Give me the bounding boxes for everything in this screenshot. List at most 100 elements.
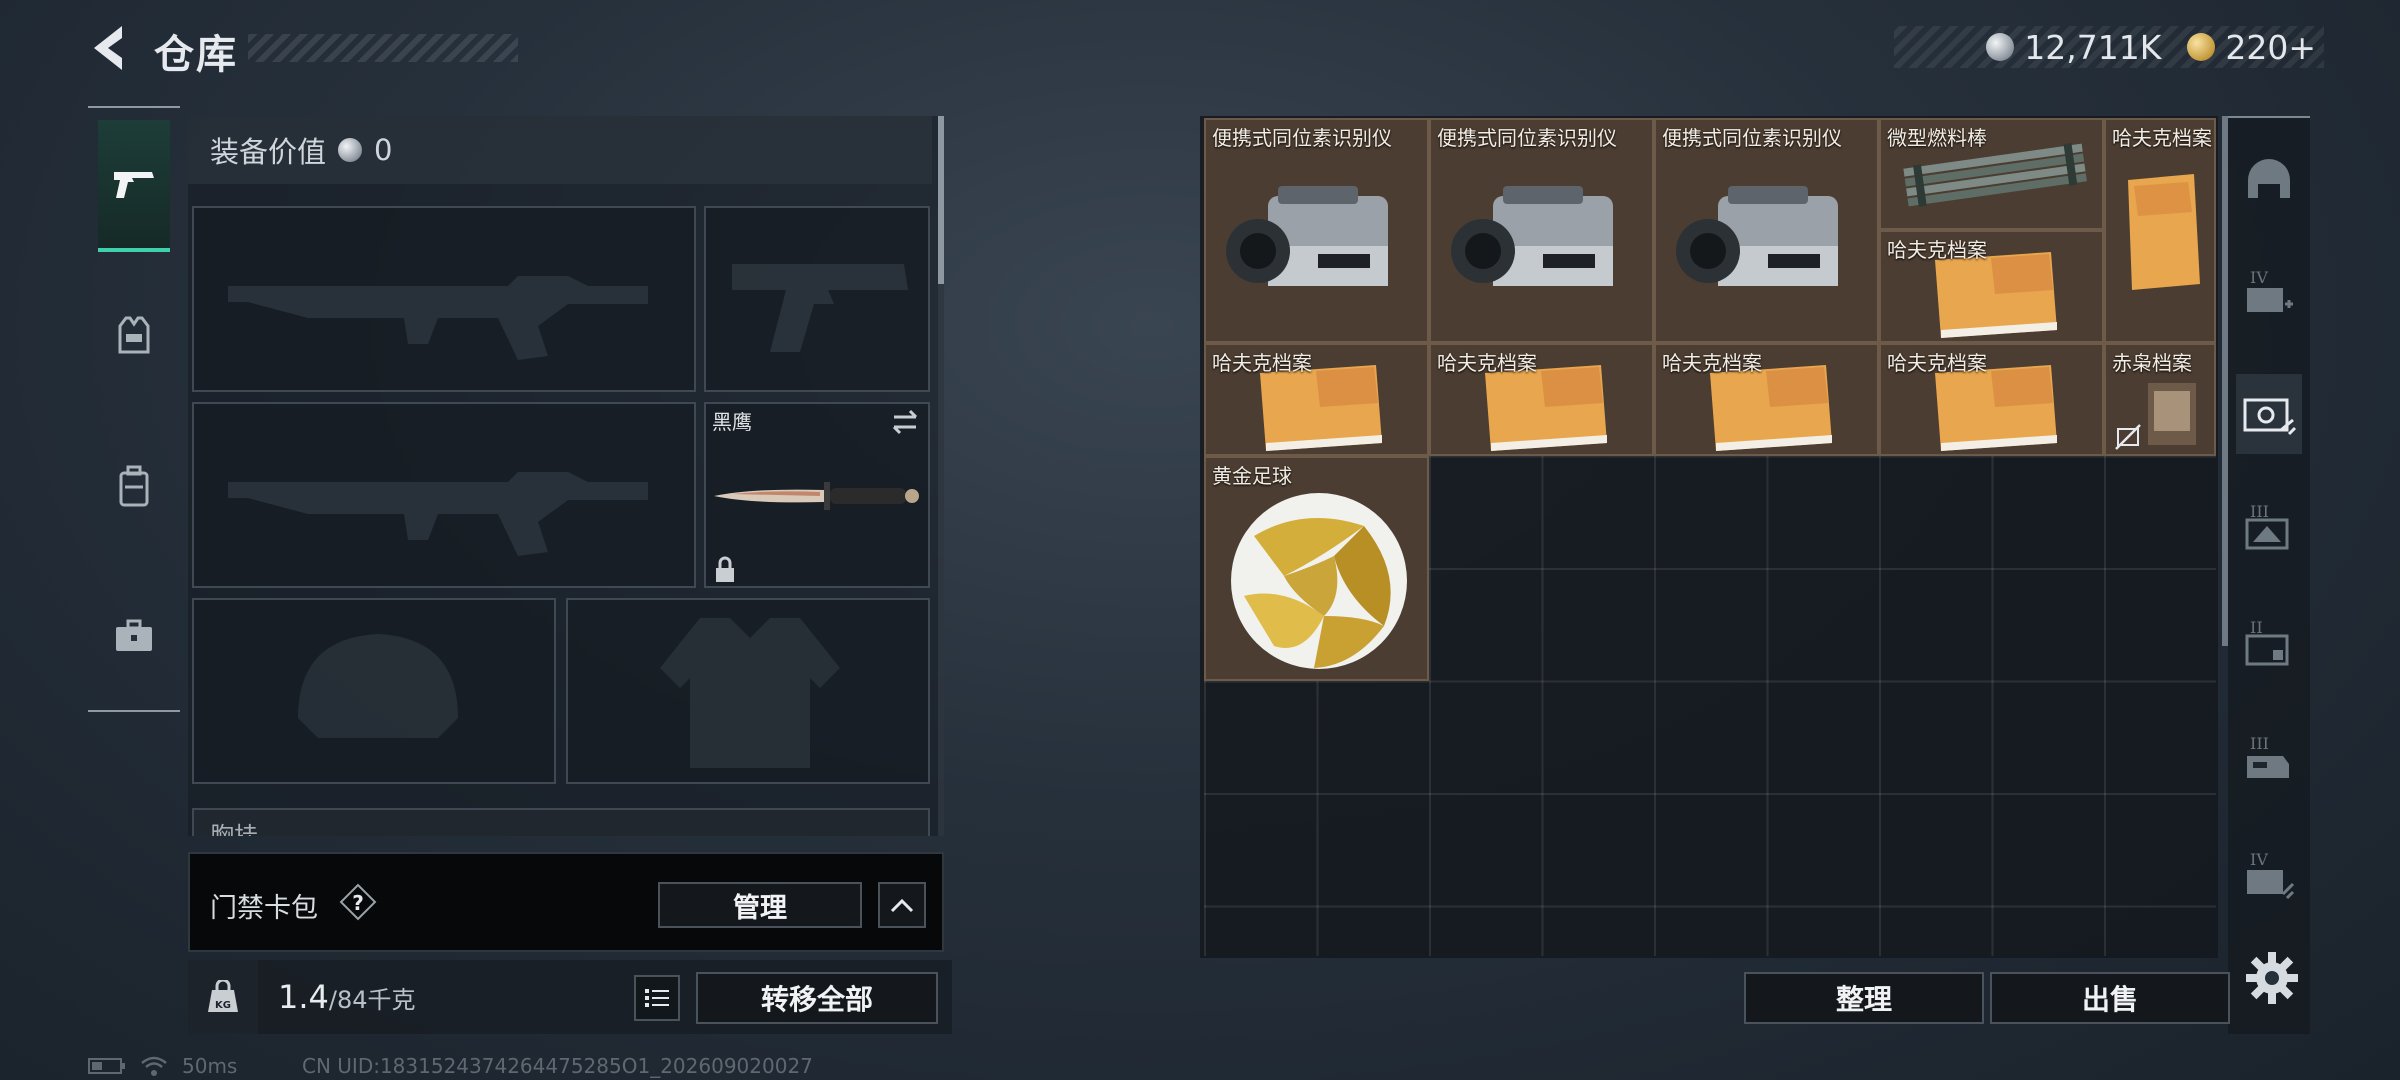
manage-button[interactable]: 管理 — [658, 882, 862, 928]
page-title: 仓库 — [154, 32, 238, 78]
item-name: 便携式同位素识别仪 — [1662, 126, 1842, 150]
filter-tab-weapon-case-tier4[interactable]: IV — [2236, 840, 2302, 920]
expand-button[interactable] — [878, 882, 926, 928]
category-tab-toolbox[interactable] — [98, 570, 170, 702]
equipment-scrollbar[interactable] — [938, 116, 944, 836]
helmet-silhouette-icon — [298, 634, 458, 738]
list-icon — [645, 989, 669, 1007]
melee-name: 黑鹰 — [712, 410, 752, 434]
item-name: 便携式同位素识别仪 — [1437, 126, 1617, 150]
pistol-silhouette-icon — [732, 264, 908, 352]
settings-button[interactable] — [2244, 950, 2300, 1006]
back-arrow-icon — [94, 26, 122, 70]
transfer-all-button[interactable]: 转移全部 — [696, 972, 938, 1024]
stash-item[interactable]: 哈夫克档案 — [1204, 343, 1429, 456]
equipment-panel: 装备价值 0 黑鹰 胸挂 — [188, 116, 944, 836]
item-name: 哈夫克档案 — [1887, 238, 1987, 262]
tier-label: IV — [2250, 850, 2268, 869]
category-tabs — [88, 106, 180, 712]
item-name: 哈夫克档案 — [1212, 351, 1312, 375]
vest-icon — [118, 316, 150, 354]
helmet-filter-icon — [2248, 159, 2290, 198]
help-button[interactable]: ? — [338, 882, 378, 922]
gold-coin-icon — [2187, 33, 2216, 61]
primary-weapon-slot[interactable] — [192, 206, 696, 392]
no-view-icon — [2115, 424, 2141, 450]
equipment-value-label: 装备价值 — [210, 135, 327, 169]
stash-item[interactable]: 赤枭档案 — [2104, 343, 2216, 456]
tier-label: II — [2250, 618, 2263, 637]
weight-current: 1.4 — [278, 978, 329, 1016]
category-tab-armor[interactable] — [98, 270, 170, 402]
weight-bar: KG 1.4/84千克 转移全部 — [188, 960, 952, 1034]
item-name: 哈夫克档案 — [2112, 126, 2212, 150]
tier-label: III — [2250, 502, 2269, 521]
dossier-icon — [1935, 252, 2057, 338]
melee-slot[interactable]: 黑鹰 — [704, 402, 930, 588]
category-tab-backpack[interactable] — [98, 420, 170, 552]
gold-currency-value: 220+ — [2225, 27, 2316, 67]
equipment-value-header: 装备价值 0 — [188, 116, 932, 184]
weight-icon-box: KG — [188, 960, 258, 1034]
isotope-scanner-icon — [1451, 186, 1613, 286]
filter-tab-weapon-case-add[interactable]: IV — [2236, 258, 2302, 338]
stash-item[interactable]: 便携式同位素识别仪 — [1429, 118, 1654, 343]
body-armor-slot[interactable] — [566, 598, 930, 784]
isotope-scanner-icon — [1676, 186, 1838, 286]
item-name: 黄金足球 — [1212, 464, 1292, 488]
chest-rig-slot-label: 胸挂 — [192, 808, 930, 836]
item-name: 赤枭档案 — [2112, 351, 2192, 375]
silver-coin-icon — [338, 138, 363, 162]
equipment-value: 0 — [374, 133, 393, 167]
filter-tab-weapon-case-tier2[interactable]: II — [2236, 608, 2302, 688]
helmet-slot[interactable] — [192, 598, 556, 784]
dossier-icon — [1485, 365, 1607, 451]
weight-capacity: /84千克 — [328, 986, 416, 1014]
dossier-icon — [1935, 365, 2057, 451]
help-glyph: ? — [352, 891, 364, 915]
chest-rig-label: 胸挂 — [210, 822, 258, 836]
weapon-case-swap-icon — [2243, 398, 2297, 436]
rifle-silhouette-icon — [228, 276, 648, 360]
back-button[interactable] — [86, 22, 132, 74]
secondary-weapon-slot[interactable] — [192, 402, 696, 588]
filter-tab-weapon-case-swap[interactable] — [2236, 374, 2302, 454]
stash-item[interactable]: 便携式同位素识别仪 — [1204, 118, 1429, 343]
dossier-icon — [2128, 174, 2200, 290]
tier-label: IV — [2250, 268, 2268, 287]
stash-item[interactable]: 哈夫克档案 — [1879, 343, 2104, 456]
filter-tab-weapon-case-tier3b[interactable]: III — [2236, 724, 2302, 804]
filter-tab-helmet[interactable] — [2236, 140, 2302, 220]
swap-icon[interactable] — [890, 408, 920, 436]
stash-item[interactable]: 哈夫克档案 — [1429, 343, 1654, 456]
stash-item[interactable]: 便携式同位素识别仪 — [1654, 118, 1879, 343]
stash-item[interactable]: 哈夫克档案 — [1879, 230, 2104, 343]
silver-currency-value: 12,711K — [2024, 27, 2162, 67]
dossier-icon — [1260, 365, 1382, 451]
gear-icon — [2246, 952, 2298, 1004]
equipment-scroll-thumb[interactable] — [938, 116, 944, 284]
item-name: 哈夫克档案 — [1887, 351, 1987, 375]
filter-tab-weapon-case-tier3[interactable]: III — [2236, 492, 2302, 572]
category-tab-weapons[interactable] — [98, 120, 170, 252]
sort-button[interactable]: 整理 — [1744, 972, 1984, 1024]
item-name: 微型燃料棒 — [1887, 126, 1987, 150]
item-name: 哈夫克档案 — [1437, 351, 1537, 375]
sell-button[interactable]: 出售 — [1990, 972, 2230, 1024]
stash-item[interactable]: 哈夫克档案 — [1654, 343, 1879, 456]
chevron-up-icon — [890, 898, 914, 913]
armor-silhouette-icon — [660, 618, 840, 768]
stash-item[interactable]: 黄金足球 — [1204, 456, 1429, 681]
ping-value: 50ms — [182, 1054, 238, 1078]
weight-readout: 1.4/84千克 — [278, 978, 416, 1016]
isotope-scanner-icon — [1226, 186, 1388, 286]
stash-item[interactable]: 哈夫克档案 — [2104, 118, 2216, 343]
list-view-button[interactable] — [634, 975, 680, 1021]
silver-coin-icon — [1986, 33, 2015, 61]
keycard-wallet-label: 门禁卡包 — [210, 893, 318, 924]
pistol-slot[interactable] — [704, 206, 930, 392]
toolbox-icon — [116, 619, 152, 651]
lock-icon — [716, 556, 734, 582]
wifi-icon — [141, 1056, 167, 1076]
stash-item[interactable]: 微型燃料棒 — [1879, 118, 2104, 230]
